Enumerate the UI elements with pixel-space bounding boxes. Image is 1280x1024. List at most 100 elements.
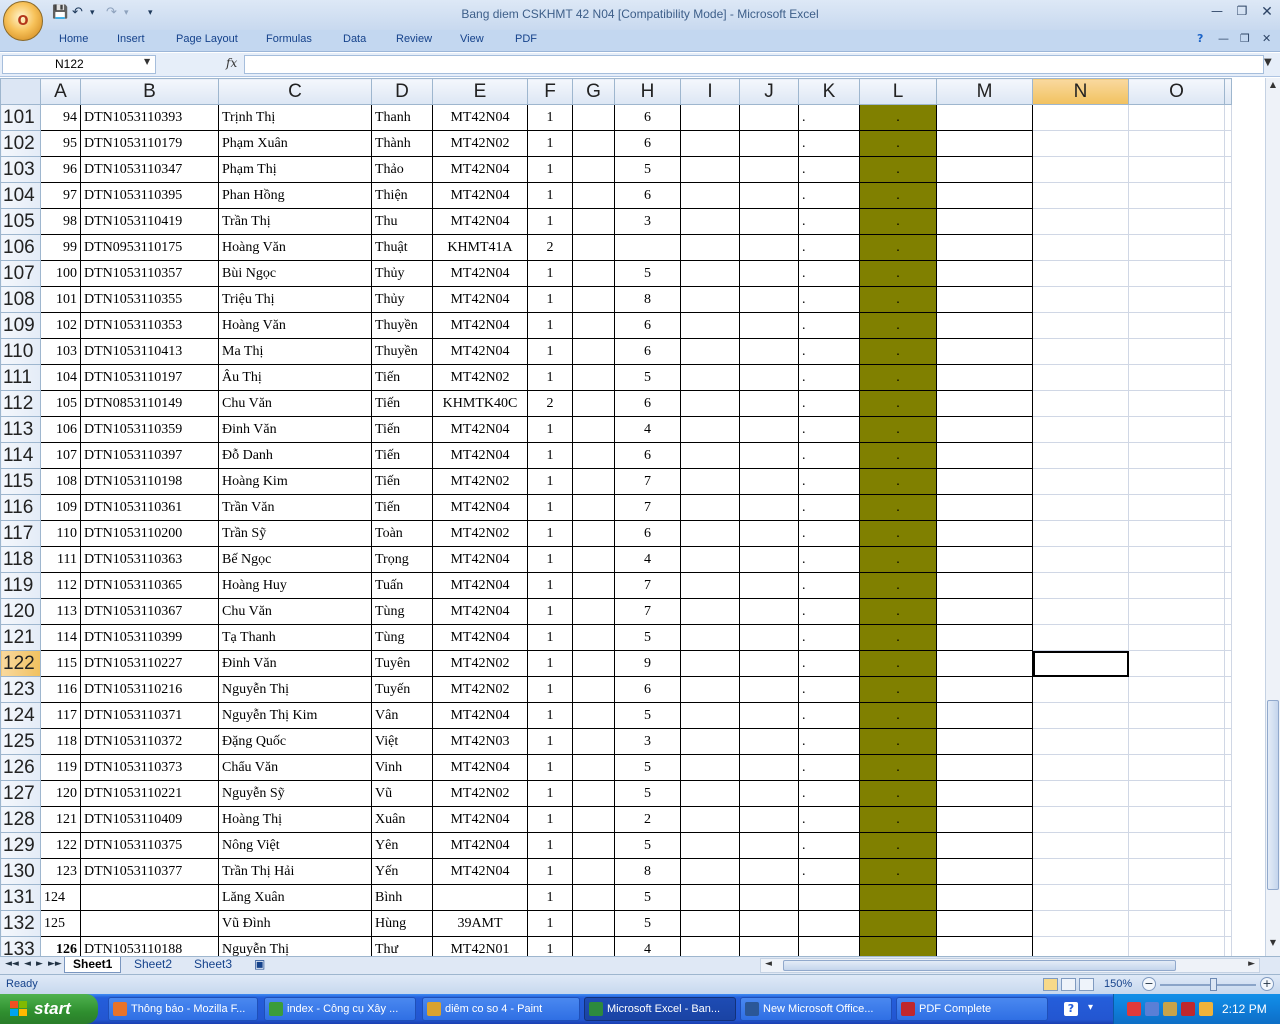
cell-l[interactable]: .: [859, 624, 937, 651]
cell-e[interactable]: MT42N02: [432, 650, 528, 677]
cell-o[interactable]: [1128, 208, 1225, 235]
column-header[interactable]: J: [739, 78, 799, 105]
column-header[interactable]: N: [1032, 78, 1129, 105]
cell-g[interactable]: [572, 650, 615, 677]
cell-k[interactable]: .: [798, 494, 860, 521]
cell-i[interactable]: [680, 702, 740, 729]
cell-f[interactable]: 1: [527, 676, 573, 703]
cell-d[interactable]: Trọng: [371, 546, 433, 573]
cell-d[interactable]: Tiến: [371, 416, 433, 443]
cell-b[interactable]: DTN1053110188: [80, 936, 219, 956]
cell-e[interactable]: MT42N02: [432, 364, 528, 391]
horizontal-scroll-thumb[interactable]: [783, 960, 1176, 971]
cell-p[interactable]: [1224, 416, 1232, 443]
cell-i[interactable]: [680, 260, 740, 287]
cell-h[interactable]: 3: [614, 728, 681, 755]
cell-c[interactable]: Trần Thị Hải: [218, 858, 372, 885]
cell-k[interactable]: .: [798, 806, 860, 833]
tab-insert[interactable]: Insert: [117, 33, 145, 45]
cell-e[interactable]: MT42N04: [432, 416, 528, 443]
cell-l[interactable]: .: [859, 832, 937, 859]
cell-m[interactable]: [936, 754, 1033, 781]
cell-b[interactable]: DTN1053110375: [80, 832, 219, 859]
workbook-close-icon[interactable]: ✕: [1262, 32, 1271, 45]
cell-d[interactable]: Tuyên: [371, 650, 433, 677]
cell-d[interactable]: Thu: [371, 208, 433, 235]
sheet-tab-sheet2[interactable]: Sheet2: [126, 957, 180, 973]
cell-b[interactable]: DTN1053110227: [80, 650, 219, 677]
cell-j[interactable]: [739, 130, 799, 157]
cell-l[interactable]: [859, 910, 937, 937]
cell-p[interactable]: [1224, 364, 1232, 391]
cell-n[interactable]: [1032, 780, 1129, 807]
cell-p[interactable]: [1224, 182, 1232, 209]
cell-f[interactable]: 1: [527, 598, 573, 625]
cell-g[interactable]: [572, 208, 615, 235]
cell-e[interactable]: MT42N04: [432, 208, 528, 235]
cell-o[interactable]: [1128, 130, 1225, 157]
cell-i[interactable]: [680, 182, 740, 209]
row-header[interactable]: 103: [0, 156, 41, 183]
cell-c[interactable]: Trần Thị: [218, 208, 372, 235]
cell-i[interactable]: [680, 312, 740, 339]
insert-sheet-icon[interactable]: ▣: [246, 957, 273, 973]
cell-f[interactable]: 1: [527, 494, 573, 521]
cell-f[interactable]: 1: [527, 442, 573, 469]
cell-o[interactable]: [1128, 156, 1225, 183]
row-header[interactable]: 105: [0, 208, 41, 235]
cell-g[interactable]: [572, 702, 615, 729]
cell-m[interactable]: [936, 624, 1033, 651]
cell-m[interactable]: [936, 260, 1033, 287]
cell-e[interactable]: MT42N03: [432, 728, 528, 755]
cell-l[interactable]: .: [859, 104, 937, 131]
cell-i[interactable]: [680, 130, 740, 157]
cell-j[interactable]: [739, 312, 799, 339]
cell-c[interactable]: Hoàng Huy: [218, 572, 372, 599]
cell-n[interactable]: [1032, 364, 1129, 391]
cell-k[interactable]: .: [798, 676, 860, 703]
cell-g[interactable]: [572, 234, 615, 261]
cell-k[interactable]: .: [798, 260, 860, 287]
cell-n[interactable]: [1032, 468, 1129, 495]
cell-n[interactable]: [1032, 884, 1129, 911]
cell-b[interactable]: DTN1053110377: [80, 858, 219, 885]
cell-j[interactable]: [739, 572, 799, 599]
cell-j[interactable]: [739, 624, 799, 651]
cell-g[interactable]: [572, 754, 615, 781]
cell-h[interactable]: 6: [614, 338, 681, 365]
cell-l[interactable]: .: [859, 494, 937, 521]
cell-e[interactable]: MT42N04: [432, 312, 528, 339]
cell-b[interactable]: DTN1053110353: [80, 312, 219, 339]
cell-j[interactable]: [739, 182, 799, 209]
zoom-slider[interactable]: [1160, 984, 1256, 986]
cell-a[interactable]: 95: [40, 130, 81, 157]
cell-a[interactable]: 103: [40, 338, 81, 365]
cell-c[interactable]: Phạm Thị: [218, 156, 372, 183]
cell-h[interactable]: 6: [614, 312, 681, 339]
cell-k[interactable]: .: [798, 234, 860, 261]
cell-c[interactable]: Trịnh Thị: [218, 104, 372, 131]
cell-f[interactable]: 1: [527, 286, 573, 313]
row-header[interactable]: 123: [0, 676, 41, 703]
cell-f[interactable]: 1: [527, 156, 573, 183]
workbook-minimize-icon[interactable]: —: [1218, 32, 1229, 45]
cell-e[interactable]: MT42N04: [432, 598, 528, 625]
cell-l[interactable]: .: [859, 208, 937, 235]
cell-a[interactable]: 119: [40, 754, 81, 781]
cell-h[interactable]: 4: [614, 936, 681, 956]
cell-b[interactable]: DTN1053110393: [80, 104, 219, 131]
cell-b[interactable]: DTN1053110365: [80, 572, 219, 599]
cell-e[interactable]: MT42N04: [432, 182, 528, 209]
cell-p[interactable]: [1224, 572, 1232, 599]
cell-l[interactable]: .: [859, 858, 937, 885]
cell-f[interactable]: 1: [527, 780, 573, 807]
cell-m[interactable]: [936, 416, 1033, 443]
cell-o[interactable]: [1128, 286, 1225, 313]
cell-i[interactable]: [680, 520, 740, 547]
cell-b[interactable]: DTN1053110395: [80, 182, 219, 209]
column-header[interactable]: E: [432, 78, 528, 105]
cell-j[interactable]: [739, 338, 799, 365]
cell-h[interactable]: 9: [614, 650, 681, 677]
cell-b[interactable]: DTN1053110399: [80, 624, 219, 651]
column-header[interactable]: G: [572, 78, 615, 105]
